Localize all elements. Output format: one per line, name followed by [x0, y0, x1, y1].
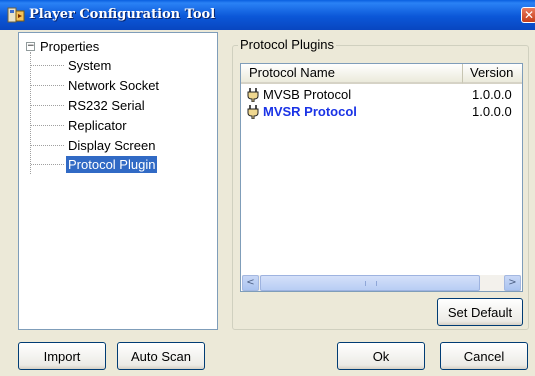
list-row-mvsr-protocol[interactable]: MVSR Protocol 1.0.0.0 — [241, 104, 522, 120]
tree-branch-line — [31, 105, 64, 106]
tree-branch-line — [31, 145, 64, 146]
chevron-right-icon: > — [508, 277, 517, 288]
tree-item-label: System — [68, 58, 112, 73]
horizontal-scrollbar[interactable]: < > — [242, 275, 521, 291]
tree-branch-line — [31, 85, 64, 86]
tree-item-label: RS232 Serial — [68, 98, 145, 113]
column-header-protocol-name[interactable]: Protocol Name — [241, 64, 463, 84]
chevron-left-icon: < — [246, 277, 255, 288]
window-title: Player Configuration Tool — [29, 7, 216, 22]
cancel-button[interactable]: Cancel — [440, 342, 528, 370]
plug-icon — [247, 105, 259, 119]
app-icon — [7, 7, 25, 23]
scroll-right-button[interactable]: > — [504, 275, 521, 291]
player-config-window: Player Configuration Tool ✕ − Properties… — [0, 0, 535, 376]
close-icon: ✕ — [523, 8, 535, 22]
tree-item-label: Protocol Plugin — [66, 156, 158, 173]
set-default-button[interactable]: Set Default — [437, 298, 523, 326]
tree-item-label: Replicator — [68, 118, 127, 133]
tree-item-label: Display Screen — [68, 138, 156, 153]
tree-connector-line — [30, 52, 31, 174]
close-button[interactable]: ✕ — [521, 7, 535, 23]
tree-branch-line — [31, 65, 64, 66]
list-row-mvsb-protocol[interactable]: MVSB Protocol 1.0.0.0 — [241, 87, 522, 103]
ok-button[interactable]: Ok — [337, 342, 425, 370]
properties-tree[interactable]: − Properties System Network Socket RS232… — [18, 32, 218, 330]
protocol-list[interactable]: Protocol Name Version MVSB Protocol 1.0.… — [240, 63, 523, 292]
import-button[interactable]: Import — [18, 342, 106, 370]
protocol-version: 1.0.0.0 — [472, 87, 512, 102]
column-header-version[interactable]: Version — [463, 64, 522, 84]
title-bar[interactable]: Player Configuration Tool ✕ — [0, 0, 535, 30]
auto-scan-button[interactable]: Auto Scan — [117, 342, 205, 370]
scroll-left-button[interactable]: < — [242, 275, 259, 291]
plug-icon — [247, 88, 259, 102]
tree-branch-line — [31, 125, 64, 126]
protocol-version: 1.0.0.0 — [472, 104, 512, 119]
tree-root-properties[interactable]: Properties — [40, 39, 99, 54]
collapse-toggle-icon[interactable]: − — [26, 42, 35, 51]
protocol-name: MVSB Protocol — [263, 87, 352, 102]
grip-icon — [365, 281, 377, 286]
scroll-thumb[interactable] — [260, 275, 480, 291]
group-title: Protocol Plugins — [238, 37, 336, 52]
tree-item-label: Network Socket — [68, 78, 160, 93]
protocol-name: MVSR Protocol — [263, 104, 357, 119]
tree-branch-line — [31, 164, 64, 165]
